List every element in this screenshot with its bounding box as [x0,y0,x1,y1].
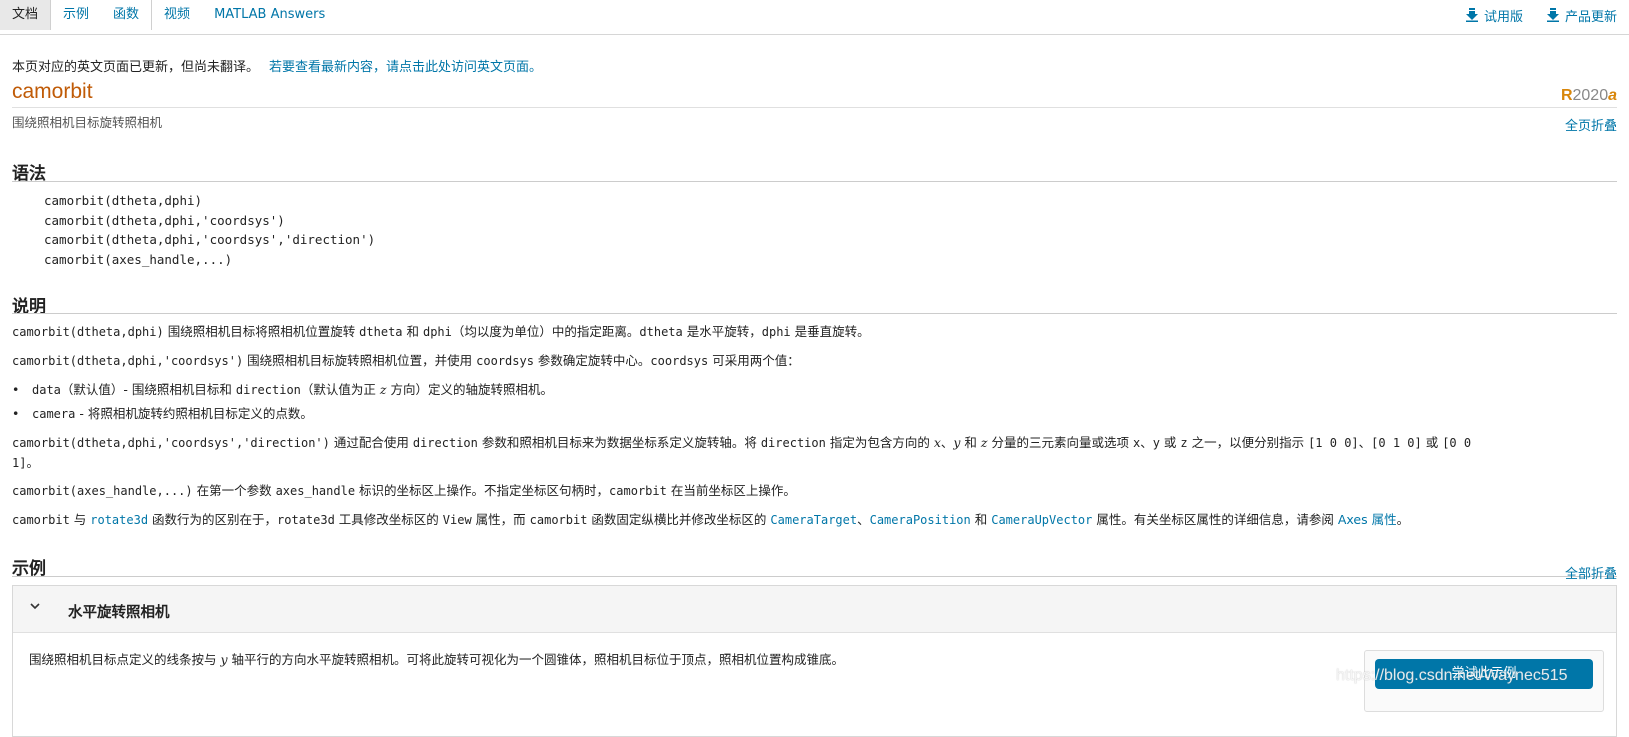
release-suffix: a [1608,87,1617,104]
example-header[interactable]: 水平旋转照相机 [13,586,1616,633]
axes-properties-link[interactable]: Axes 属性 [1338,512,1397,527]
product-updates-label: 产品更新 [1564,9,1617,25]
watermark: https://blog.csdn.net/Waynec515 [1336,667,1568,684]
list-item: • camera - 将照相机旋转约照相机目标定义的点数。 [12,406,313,421]
nav-right: 试用版 产品更新 [1465,0,1617,30]
tab-examples[interactable]: 示例 [51,0,101,30]
description-paragraph-3: camorbit(dtheta,dphi,'coordsys','directi… [12,435,1472,470]
camera-target-link[interactable]: CameraTarget [770,513,857,527]
release-badge: R2020a [1561,87,1617,105]
collapse-page-link[interactable]: 全页折叠 [1565,115,1617,134]
top-nav: 文档 示例 函数 视频 MATLAB Answers 试用版 产品更新 [0,0,1629,35]
tab-matlab-answers[interactable]: MATLAB Answers [202,0,337,30]
example-panel: 水平旋转照相机 围绕照相机目标点定义的线条按与 y 轴平行的方向水平旋转照相机。… [12,585,1617,737]
translation-notice: 本页对应的英文页面已更新，但尚未翻译。 若要查看最新内容，请点击此处访问英文页面。 [12,56,542,75]
page-subtitle: 围绕照相机目标旋转照相机 [12,115,163,130]
description-paragraph-4: camorbit(axes_handle,...) 在第一个参数 axes_ha… [12,483,796,498]
syntax-line: camorbit(dtheta,dphi,'coordsys') [44,212,285,228]
english-page-link[interactable]: 若要查看最新内容，请点击此处访问英文页面。 [269,60,542,75]
description-paragraph-1: camorbit(dtheta,dphi) 围绕照相机目标将照相机位置旋转 dt… [12,324,870,339]
download-icon [1546,8,1559,22]
syntax-line: camorbit(dtheta,dphi,'coordsys','directi… [44,232,376,247]
collapse-all-link[interactable]: 全部折叠 [1565,563,1617,582]
release-r: R [1560,87,1573,104]
camera-position-link[interactable]: CameraPosition [870,513,971,527]
example-description: 围绕照相机目标点定义的线条按与 y 轴平行的方向水平旋转照相机。可将此旋转可视化… [29,652,845,667]
notice-text: 本页对应的英文页面已更新，但尚未翻译。 [12,60,260,75]
page-title: camorbit [12,80,93,103]
rotate3d-link[interactable]: rotate3d [90,513,148,527]
trial-label: 试用版 [1483,9,1523,25]
camera-up-vector-link[interactable]: CameraUpVector [991,513,1092,527]
download-icon [1465,8,1478,22]
syntax-line: camorbit(axes_handle,...) [44,251,233,267]
tab-documentation[interactable]: 文档 [0,0,52,30]
product-updates-link[interactable]: 产品更新 [1546,6,1617,25]
list-item: • data（默认值）- 围绕照相机目标和 direction（默认值为正 z 方… [12,382,553,397]
syntax-block: camorbit(dtheta,dphi) camorbit(dtheta,dp… [44,191,375,269]
tab-functions[interactable]: 函数 [101,0,151,30]
doc-tabs: 文档 示例 函数 视频 MATLAB Answers [0,0,337,34]
syntax-divider [12,181,1617,182]
tab-videos[interactable]: 视频 [151,0,202,30]
description-paragraph-2: camorbit(dtheta,dphi,'coordsys') 围绕照相机目标… [12,353,800,368]
release-year: 2020 [1572,87,1609,104]
title-divider [12,107,1617,108]
chevron-down-icon[interactable] [27,598,43,614]
examples-divider [12,576,1617,577]
example-title: 水平旋转照相机 [68,605,170,621]
trial-link[interactable]: 试用版 [1465,6,1523,25]
syntax-line: camorbit(dtheta,dphi) [44,193,203,208]
description-divider [12,313,1617,314]
description-paragraph-5: camorbit 与 rotate3d 函数行为的区别在于，rotate3d 工… [12,512,1410,527]
